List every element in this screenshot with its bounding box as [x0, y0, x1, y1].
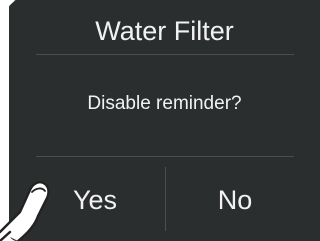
title-divider: [36, 54, 294, 55]
button-divider: [165, 167, 166, 231]
no-button[interactable]: No: [185, 170, 285, 230]
dialog-title: Water Filter: [95, 16, 234, 46]
dialog-message: Disable reminder?: [87, 93, 242, 114]
yes-button[interactable]: Yes: [40, 170, 150, 230]
message-divider: [36, 156, 294, 157]
